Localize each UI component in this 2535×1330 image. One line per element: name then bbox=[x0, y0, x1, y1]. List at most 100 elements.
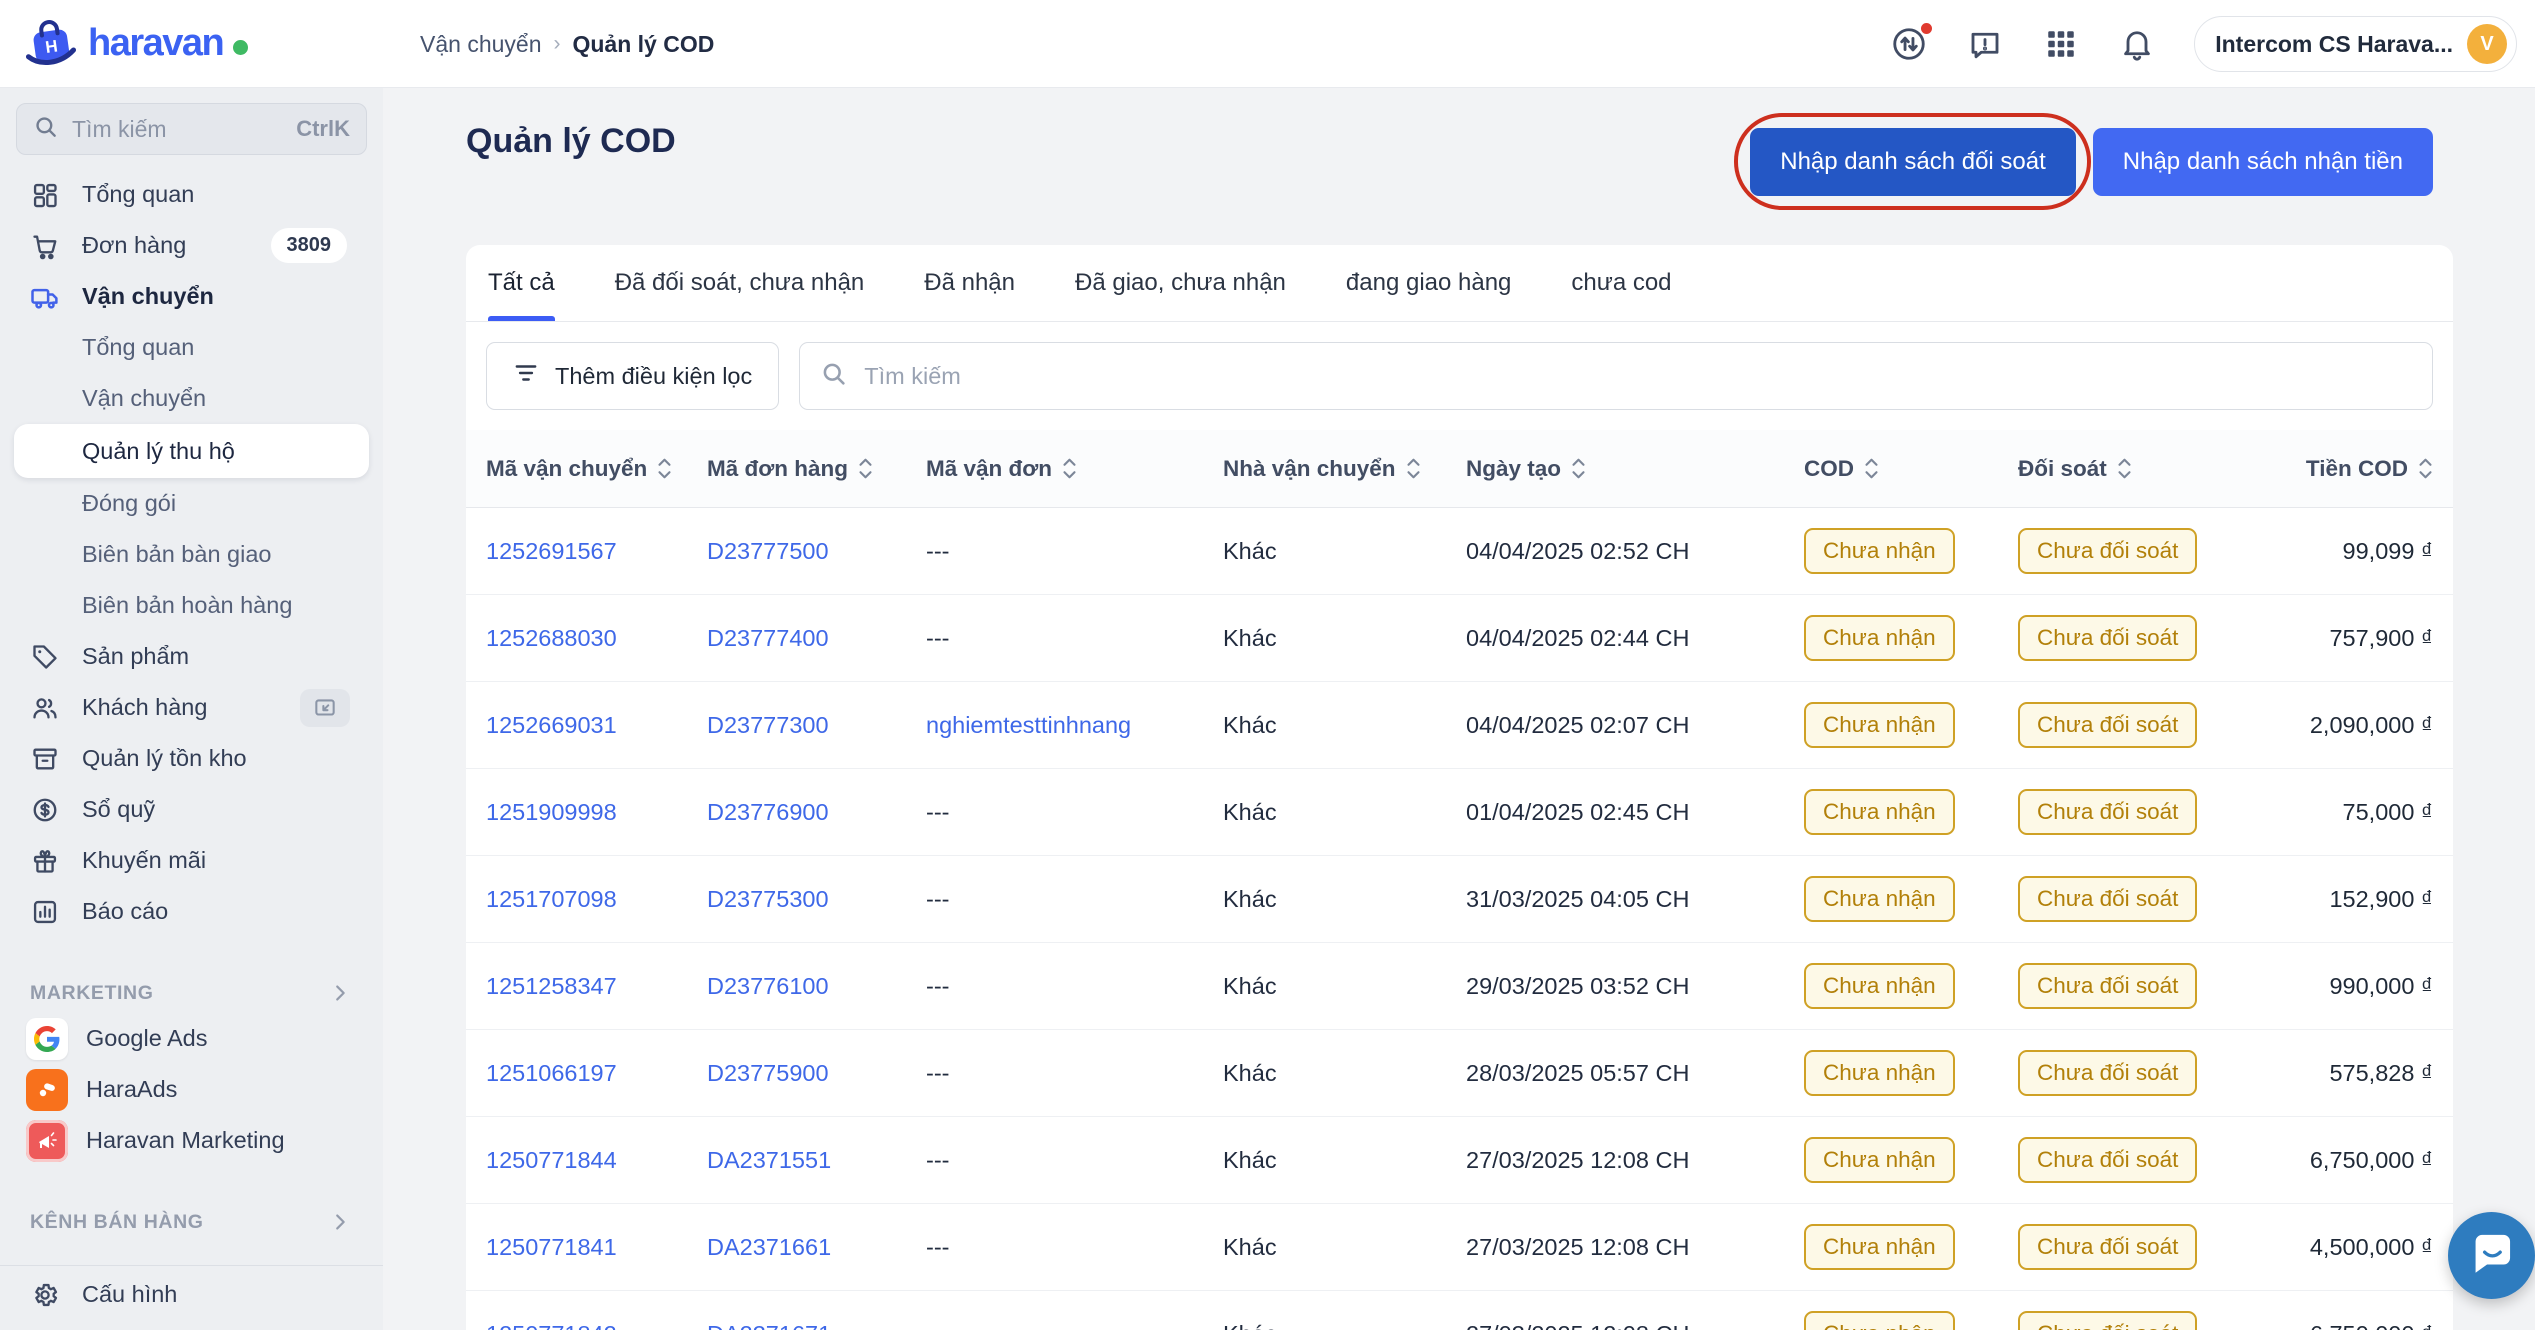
sort-icon bbox=[657, 456, 672, 481]
sidebar-item-don-hang[interactable]: Đơn hàng 3809 bbox=[0, 220, 383, 271]
sidebar-item-tong-quan[interactable]: Tổng quan bbox=[0, 169, 383, 220]
import-received-money-list-button[interactable]: Nhập danh sách nhận tiền bbox=[2093, 128, 2433, 196]
tab-da-doi-soat-chua-nhan[interactable]: Đã đối soát, chưa nhận bbox=[615, 245, 865, 321]
button-label: Nhập danh sách đối soát bbox=[1780, 148, 2046, 176]
col-cod[interactable]: COD bbox=[1804, 456, 2018, 482]
shipment-code-link[interactable]: 1252688030 bbox=[486, 625, 617, 652]
shipment-code-link[interactable]: 1252669031 bbox=[486, 712, 617, 739]
order-code-link[interactable]: D23775300 bbox=[707, 886, 829, 913]
sidebar-item-bao-cao[interactable]: Báo cáo bbox=[0, 886, 383, 937]
promotion-icon bbox=[30, 847, 60, 875]
add-filter-button[interactable]: Thêm điều kiện lọc bbox=[486, 342, 779, 410]
haravan-admin-app: H haravan Vận chuyển › Quản lý COD bbox=[0, 0, 2535, 1330]
chat-launcher-button[interactable] bbox=[2448, 1212, 2535, 1299]
tab-tat-ca[interactable]: Tất cả bbox=[488, 245, 555, 321]
order-code-link[interactable]: DA2371661 bbox=[707, 1234, 831, 1261]
created-at: 04/04/2025 02:44 CH bbox=[1466, 625, 1689, 652]
order-code-link[interactable]: D23777300 bbox=[707, 712, 829, 739]
sidebar-item-khuyen-mai[interactable]: Khuyến mãi bbox=[0, 835, 383, 886]
col-nha-van-chuyen[interactable]: Nhà vận chuyển bbox=[1223, 456, 1466, 482]
cod-amount: 99,099 ₫ bbox=[2343, 538, 2433, 565]
order-code-link[interactable]: D23776100 bbox=[707, 973, 829, 1000]
sort-icon bbox=[2117, 456, 2132, 481]
sidebar-item-quan-ly-ton-kho[interactable]: Quản lý tồn kho bbox=[0, 733, 383, 784]
sidebar-search[interactable]: CtrlK bbox=[16, 103, 367, 155]
reconciliation-status-badge: Chưa đối soát bbox=[2018, 1050, 2197, 1096]
account-menu[interactable]: Intercom CS Harava... V bbox=[2194, 16, 2517, 72]
table-header: Mã vận chuyển Mã đơn hàng Mã vận đơn Nhà… bbox=[466, 430, 2453, 508]
sidebar-item-khach-hang[interactable]: Khách hàng bbox=[0, 682, 383, 733]
sidebar-item-google-ads[interactable]: Google Ads bbox=[0, 1013, 383, 1064]
tracking-code-link[interactable]: nghiemtesttinhnang bbox=[926, 712, 1131, 739]
tab-da-nhan[interactable]: Đã nhận bbox=[924, 245, 1015, 321]
tracking-code: --- bbox=[926, 799, 949, 826]
shipment-code-link[interactable]: 1250771841 bbox=[486, 1234, 617, 1261]
order-code-link[interactable]: D23775900 bbox=[707, 1060, 829, 1087]
col-tien-cod[interactable]: Tiền COD bbox=[2254, 456, 2433, 482]
sidebar-item-haraads[interactable]: HaraAds bbox=[0, 1064, 383, 1115]
sidebar-subitem-bien-ban-hoan-hang[interactable]: Biên bản hoàn hàng bbox=[0, 580, 383, 631]
sidebar-item-san-pham[interactable]: Sản phẩm bbox=[0, 631, 383, 682]
col-ma-van-chuyen[interactable]: Mã vận chuyển bbox=[486, 456, 707, 482]
breadcrumb-parent[interactable]: Vận chuyển bbox=[420, 31, 541, 58]
cod-amount: 6,750,000 ₫ bbox=[2310, 1321, 2433, 1330]
page-actions: Nhập danh sách đối soát Nhập danh sách n… bbox=[1750, 128, 2433, 196]
shipment-code-link[interactable]: 1250771842 bbox=[486, 1321, 617, 1330]
sidebar-subitem-tong-quan[interactable]: Tổng quan bbox=[0, 322, 383, 373]
shipment-code-link[interactable]: 1251066197 bbox=[486, 1060, 617, 1087]
tracking-code: --- bbox=[926, 973, 949, 1000]
apps-grid-icon[interactable] bbox=[2042, 25, 2080, 63]
col-doi-soat[interactable]: Đối soát bbox=[2018, 456, 2254, 482]
khach-hang-popout-icon[interactable] bbox=[300, 689, 350, 727]
sidebar-item-label: Đóng gói bbox=[82, 490, 176, 517]
cod-status-badge: Chưa nhận bbox=[1804, 702, 1955, 748]
import-reconciliation-list-button[interactable]: Nhập danh sách đối soát bbox=[1750, 128, 2076, 196]
table-row: 1252691567 D23777500 --- Khác 04/04/2025… bbox=[466, 508, 2453, 595]
table-search-input[interactable] bbox=[864, 363, 2412, 390]
sync-history-icon[interactable] bbox=[1890, 25, 1928, 63]
shipment-code-link[interactable]: 1251258347 bbox=[486, 973, 617, 1000]
reconciliation-status-badge: Chưa đối soát bbox=[2018, 702, 2197, 748]
sidebar-item-cau-hinh[interactable]: Cấu hình bbox=[0, 1269, 383, 1320]
order-code-link[interactable]: D23777400 bbox=[707, 625, 829, 652]
table-body: 1252691567 D23777500 --- Khác 04/04/2025… bbox=[466, 508, 2453, 1330]
col-ngay-tao[interactable]: Ngày tạo bbox=[1466, 456, 1804, 482]
table-row: 1251258347 D23776100 --- Khác 29/03/2025… bbox=[466, 943, 2453, 1030]
sidebar-search-input[interactable] bbox=[72, 116, 283, 143]
sidebar-section-marketing[interactable]: MARKETING bbox=[0, 973, 383, 1013]
sidebar-section-sales-channels[interactable]: KÊNH BÁN HÀNG bbox=[0, 1202, 383, 1242]
svg-text:H: H bbox=[44, 36, 59, 57]
sidebar-subitem-bien-ban-ban-giao[interactable]: Biên bản bàn giao bbox=[0, 529, 383, 580]
order-code-link[interactable]: D23776900 bbox=[707, 799, 829, 826]
tab-dang-giao-hang[interactable]: đang giao hàng bbox=[1346, 245, 1512, 321]
sidebar-item-haravan-marketing[interactable]: Haravan Marketing bbox=[0, 1115, 383, 1166]
order-code-link[interactable]: DA2371551 bbox=[707, 1147, 831, 1174]
order-code-link[interactable]: DA2371671 bbox=[707, 1321, 831, 1330]
col-ma-van-don[interactable]: Mã vận đơn bbox=[926, 456, 1223, 482]
bell-icon[interactable] bbox=[2118, 25, 2156, 63]
sidebar-item-so-quy[interactable]: Sổ quỹ bbox=[0, 784, 383, 835]
sort-icon bbox=[1864, 456, 1879, 481]
sidebar-item-van-chuyen[interactable]: Vận chuyển bbox=[0, 271, 383, 322]
shipment-code-link[interactable]: 1251707098 bbox=[486, 886, 617, 913]
shipment-code-link[interactable]: 1250771844 bbox=[486, 1147, 617, 1174]
tag-icon bbox=[30, 643, 60, 671]
cod-status-badge: Chưa nhận bbox=[1804, 789, 1955, 835]
created-at: 27/03/2025 12:08 CH bbox=[1466, 1321, 1689, 1330]
shipment-code-link[interactable]: 1252691567 bbox=[486, 538, 617, 565]
table-search[interactable] bbox=[799, 342, 2433, 410]
tab-chua-cod[interactable]: chưa cod bbox=[1571, 245, 1671, 321]
feedback-icon[interactable] bbox=[1966, 25, 2004, 63]
created-at: 04/04/2025 02:52 CH bbox=[1466, 538, 1689, 565]
shipment-code-link[interactable]: 1251909998 bbox=[486, 799, 617, 826]
sidebar-subitem-dong-goi[interactable]: Đóng gói bbox=[0, 478, 383, 529]
haravan-logo[interactable]: H haravan bbox=[24, 14, 248, 73]
tracking-code: --- bbox=[926, 538, 949, 565]
sidebar-item-label: Khách hàng bbox=[82, 694, 207, 721]
tab-da-giao-chua-nhan[interactable]: Đã giao, chưa nhận bbox=[1075, 245, 1286, 321]
sidebar-subitem-van-chuyen[interactable]: Vận chuyển bbox=[0, 373, 383, 424]
sidebar-subitem-quan-ly-thu-ho-active[interactable]: Quản lý thu hộ bbox=[14, 424, 369, 478]
col-ma-don-hang[interactable]: Mã đơn hàng bbox=[707, 456, 926, 482]
order-code-link[interactable]: D23777500 bbox=[707, 538, 829, 565]
created-at: 31/03/2025 04:05 CH bbox=[1466, 886, 1689, 913]
